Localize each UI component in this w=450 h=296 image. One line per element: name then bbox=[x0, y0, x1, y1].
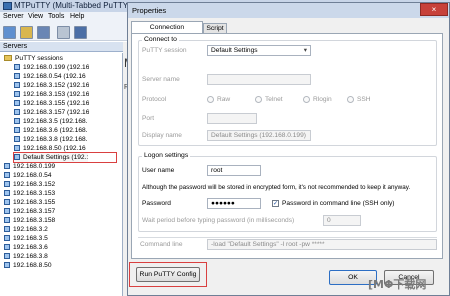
menu-view[interactable]: View bbox=[28, 13, 43, 20]
tree-server-item[interactable]: 192.168.3.152 bbox=[4, 180, 55, 189]
port-field[interactable] bbox=[207, 113, 257, 124]
menu-help[interactable]: Help bbox=[70, 13, 84, 20]
radio-raw[interactable] bbox=[207, 96, 214, 103]
radio-telnet[interactable] bbox=[255, 96, 262, 103]
session-icon bbox=[14, 73, 20, 80]
server-icon bbox=[4, 208, 10, 215]
tree-server-item[interactable]: 192.168.8.50 bbox=[4, 261, 52, 270]
user-name-label: User name bbox=[142, 167, 175, 174]
server-icon bbox=[4, 190, 10, 197]
session-icon bbox=[14, 82, 20, 89]
menu-server[interactable]: Server bbox=[3, 13, 24, 20]
tab-connection-parameters[interactable]: Connection parameters bbox=[131, 21, 203, 42]
server-icon bbox=[4, 244, 10, 251]
connect-to-label: Connect to bbox=[142, 36, 179, 43]
display-name-label: Display name bbox=[142, 132, 182, 139]
server-name-field[interactable] bbox=[207, 74, 311, 85]
tree-session-item[interactable]: 192.168.3.155 (192.16 bbox=[14, 99, 89, 108]
command-line-label: Command line bbox=[140, 241, 183, 248]
session-icon bbox=[14, 100, 20, 107]
tree-server-item[interactable]: 192.168.3.2 bbox=[4, 225, 48, 234]
chevron-down-icon: ▾ bbox=[303, 47, 307, 54]
run-button-highlight bbox=[129, 262, 207, 287]
password-label: Password bbox=[142, 200, 171, 207]
password-field[interactable]: ●●●●●● bbox=[207, 198, 261, 209]
server-icon bbox=[4, 181, 10, 188]
session-icon bbox=[14, 109, 20, 116]
server-name-label: Server name bbox=[142, 76, 180, 83]
session-icon bbox=[14, 145, 20, 152]
radio-ssh-label: SSH bbox=[357, 96, 371, 103]
putty-session-label: PuTTY session bbox=[142, 47, 187, 54]
tree-root[interactable]: PuTTY sessions bbox=[4, 54, 63, 63]
watermark: [MΦ下载网 bbox=[368, 278, 427, 291]
server-icon bbox=[4, 253, 10, 260]
divider bbox=[138, 237, 437, 238]
wait-period-field[interactable]: 0 bbox=[323, 215, 361, 226]
tree-server-item[interactable]: 192.168.3.6 bbox=[4, 243, 48, 252]
tree-session-item[interactable]: 192.168.3.8 (192.168. bbox=[14, 135, 88, 144]
server-icon bbox=[4, 217, 10, 224]
server-icon bbox=[4, 262, 10, 269]
folder-icon bbox=[4, 55, 12, 62]
tree-server-item[interactable]: 192.168.3.158 bbox=[4, 216, 55, 225]
app-icon bbox=[3, 2, 12, 10]
tree-server-item[interactable]: 192.168.3.157 bbox=[4, 207, 55, 216]
server-icon bbox=[4, 172, 10, 179]
servers-panel-title: Servers bbox=[3, 43, 28, 50]
tree-server-item[interactable]: 192.168.3.8 bbox=[4, 252, 48, 261]
password-cmd-label: Password in command line (SSH only) bbox=[282, 200, 395, 207]
about-icon[interactable] bbox=[74, 26, 87, 39]
tree-session-item[interactable]: 192.168.3.152 (192.16 bbox=[14, 81, 89, 90]
radio-raw-label: Raw bbox=[217, 96, 231, 103]
user-name-field[interactable]: root bbox=[207, 165, 261, 176]
server-tree: PuTTY sessions 192.168.0.199 (192.16 192… bbox=[0, 53, 123, 296]
protocol-label: Protocol bbox=[142, 96, 167, 103]
close-button[interactable]: × bbox=[420, 3, 448, 16]
tree-server-item[interactable]: 192.168.3.5 bbox=[4, 234, 48, 243]
port-label: Port bbox=[142, 115, 155, 122]
default-settings-highlight bbox=[13, 152, 117, 163]
tree-session-item[interactable]: 192.168.3.5 (192.168. bbox=[14, 117, 88, 126]
display-name-field[interactable]: Default Settings (192.168.0.199) bbox=[207, 130, 311, 141]
tree-session-item[interactable]: 192.168.3.157 (192.16 bbox=[14, 108, 89, 117]
tree-session-item[interactable]: 192.168.3.153 (192.16 bbox=[14, 90, 89, 99]
session-icon bbox=[14, 91, 20, 98]
menu-tools[interactable]: Tools bbox=[48, 13, 64, 20]
radio-telnet-label: Telnet bbox=[265, 96, 283, 103]
password-cmd-checkbox[interactable]: ✓ bbox=[272, 200, 279, 207]
session-icon bbox=[14, 118, 20, 125]
session-icon bbox=[14, 64, 20, 71]
command-line-field[interactable]: -load "Default Settings" -l root -pw ***… bbox=[207, 239, 437, 250]
tree-server-item[interactable]: 192.168.3.153 bbox=[4, 189, 55, 198]
disconnect-icon[interactable] bbox=[57, 26, 70, 39]
tree-session-item[interactable]: 192.168.0.54 (192.16 bbox=[14, 72, 86, 81]
server-icon bbox=[4, 226, 10, 233]
app-title: MTPuTTY (Multi-Tabbed PuTTY) bbox=[14, 1, 131, 10]
server-icon bbox=[4, 235, 10, 242]
tree-server-item[interactable]: 192.168.0.199 bbox=[4, 162, 55, 171]
tree-session-item[interactable]: 192.168.0.199 (192.16 bbox=[14, 63, 89, 72]
dialog-title: Properties bbox=[132, 6, 167, 15]
server-icon bbox=[4, 163, 10, 170]
tree-session-item[interactable]: 192.168.3.6 (192.168. bbox=[14, 126, 88, 135]
open-folder-icon[interactable] bbox=[20, 26, 33, 39]
radio-rlogin-label: Rlogin bbox=[313, 96, 332, 103]
tree-server-item[interactable]: 192.168.3.155 bbox=[4, 198, 55, 207]
settings-icon[interactable] bbox=[37, 26, 50, 39]
radio-rlogin[interactable] bbox=[303, 96, 310, 103]
session-icon bbox=[14, 127, 20, 134]
radio-ssh[interactable] bbox=[347, 96, 354, 103]
putty-session-select[interactable]: Default Settings ▾ bbox=[207, 45, 311, 56]
new-connection-icon[interactable] bbox=[3, 26, 16, 39]
tree-server-item[interactable]: 192.168.0.54 bbox=[4, 171, 52, 180]
logon-settings-label: Logon settings bbox=[142, 152, 191, 159]
password-warning: Although the password will be stored in … bbox=[142, 184, 411, 191]
server-icon bbox=[4, 199, 10, 206]
wait-period-label: Wait period before typing password (in m… bbox=[142, 217, 295, 224]
session-icon bbox=[14, 136, 20, 143]
tab-script[interactable]: Script bbox=[203, 23, 227, 33]
dialog-title-bar bbox=[128, 3, 449, 18]
